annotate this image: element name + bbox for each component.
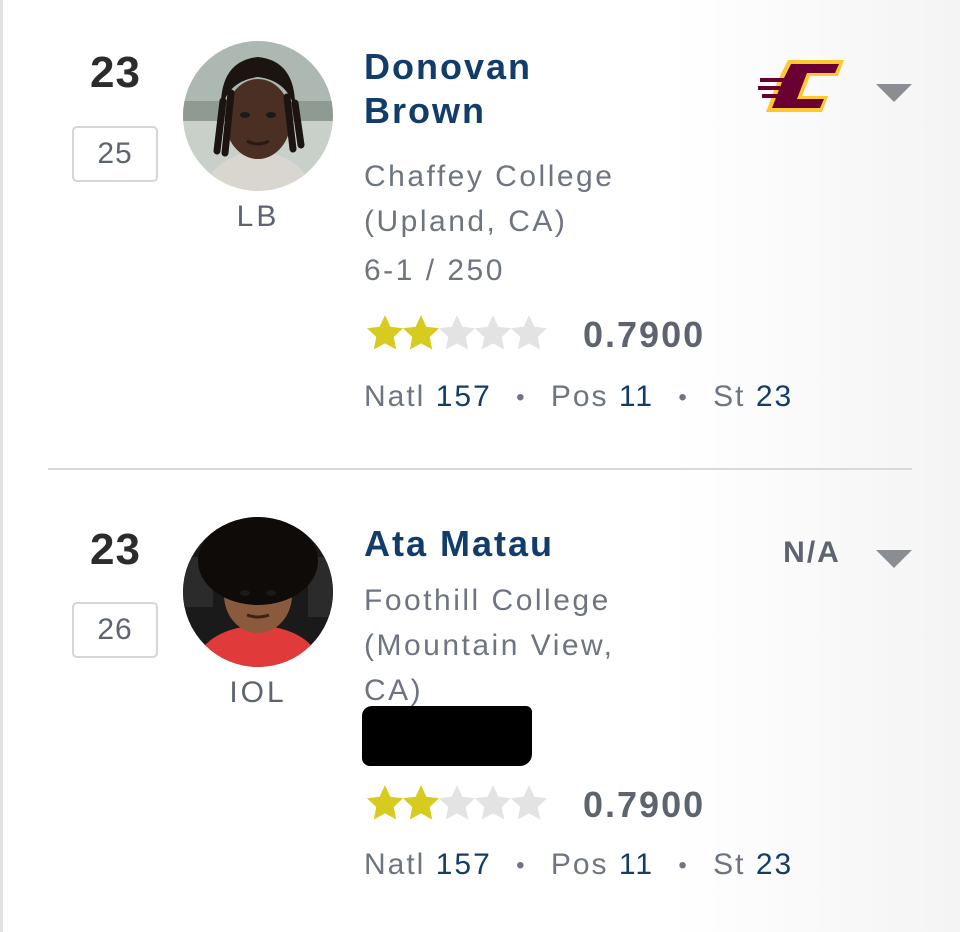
- star-rating: [364, 312, 548, 356]
- ranking-line: Natl 157 • Pos 11 • St 23: [364, 380, 793, 414]
- sub-rank-badge: 26: [72, 602, 158, 658]
- pos-label: Pos: [550, 848, 609, 881]
- star-rating: [364, 782, 548, 826]
- st-rank[interactable]: 23: [756, 380, 793, 413]
- caret-down-icon[interactable]: [876, 548, 912, 570]
- height-weight: 6-1 / 250: [364, 254, 505, 287]
- natl-rank[interactable]: 157: [436, 380, 492, 413]
- pos-rank[interactable]: 11: [619, 380, 654, 413]
- recruit-row[interactable]: 23 26 IOL Ata Matau Foothill College (Mo…: [0, 470, 960, 932]
- school-location: (Upland, CA): [364, 205, 568, 238]
- school-location: (Mountain View,: [364, 629, 615, 662]
- separator-dot: •: [516, 852, 527, 880]
- ranking-line: Natl 157 • Pos 11 • St 23: [364, 848, 793, 882]
- player-full-name: Ata Matau: [364, 523, 555, 564]
- pos-label: Pos: [550, 380, 609, 413]
- player-avatar[interactable]: [183, 41, 333, 191]
- st-rank[interactable]: 23: [756, 848, 793, 881]
- natl-label: Natl: [364, 848, 426, 881]
- position-label: LB: [236, 200, 280, 233]
- player-first-name: Donovan: [364, 46, 533, 87]
- school-info: Chaffey College (Upland, CA): [364, 154, 684, 244]
- recruit-row[interactable]: 23 25 LB Donovan Brown Chaffey College (…: [0, 0, 960, 468]
- player-name-link[interactable]: Donovan Brown: [364, 45, 724, 133]
- overall-rank: 23: [90, 525, 141, 574]
- school-name: Chaffey College: [364, 160, 615, 193]
- separator-dot: •: [678, 852, 689, 880]
- rating-score: 0.7900: [583, 784, 706, 825]
- overall-rank: 23: [90, 48, 141, 97]
- star-icon: [510, 785, 548, 820]
- separator-dot: •: [516, 384, 527, 412]
- st-label: St: [713, 848, 746, 881]
- player-name-link[interactable]: Ata Matau: [364, 522, 724, 566]
- player-avatar[interactable]: [183, 517, 333, 667]
- sub-rank-badge: 25: [72, 126, 158, 182]
- position-label: IOL: [229, 676, 287, 709]
- central-michigan-logo-icon[interactable]: [758, 56, 848, 116]
- natl-label: Natl: [364, 380, 426, 413]
- natl-rank[interactable]: 157: [436, 848, 492, 881]
- commit-status: N/A: [783, 536, 841, 569]
- school-name: Foothill College: [364, 584, 611, 617]
- redacted-measurements: [362, 706, 532, 766]
- school-info: Foothill College (Mountain View, CA): [364, 578, 684, 713]
- separator-dot: •: [678, 384, 689, 412]
- player-last-name: Brown: [364, 90, 486, 131]
- rating-score: 0.7900: [583, 314, 706, 355]
- star-icon: [510, 315, 548, 350]
- caret-down-icon[interactable]: [876, 82, 912, 104]
- st-label: St: [713, 380, 746, 413]
- pos-rank[interactable]: 11: [619, 848, 654, 881]
